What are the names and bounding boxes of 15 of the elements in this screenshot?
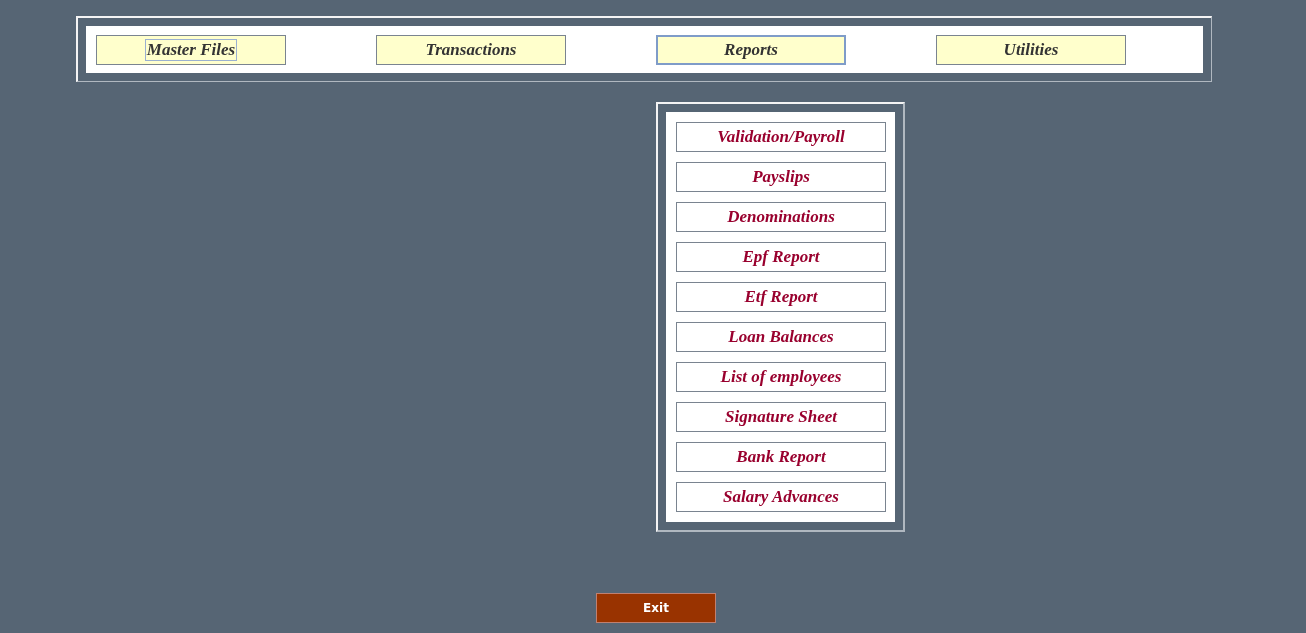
report-button[interactable]: Signature Sheet <box>676 402 886 432</box>
menu-button[interactable]: Master Files <box>96 34 286 65</box>
report-button[interactable]: Etf Report <box>676 282 886 312</box>
report-button[interactable]: Epf Report <box>676 242 886 272</box>
report-button[interactable]: Validation/Payroll <box>676 122 886 152</box>
report-button[interactable]: List of employees <box>676 362 886 392</box>
report-button[interactable]: Payslips <box>676 162 886 192</box>
report-button[interactable]: Salary Advances <box>676 482 886 512</box>
report-button[interactable]: Bank Report <box>676 442 886 472</box>
report-button[interactable]: Loan Balances <box>676 322 886 352</box>
menu-button[interactable]: Utilities <box>936 34 1126 65</box>
menu-button[interactable]: Reports <box>656 34 846 65</box>
menu-button[interactable]: Transactions <box>376 34 566 65</box>
report-button[interactable]: Denominations <box>676 202 886 232</box>
exit-button[interactable]: Exit <box>596 593 716 623</box>
